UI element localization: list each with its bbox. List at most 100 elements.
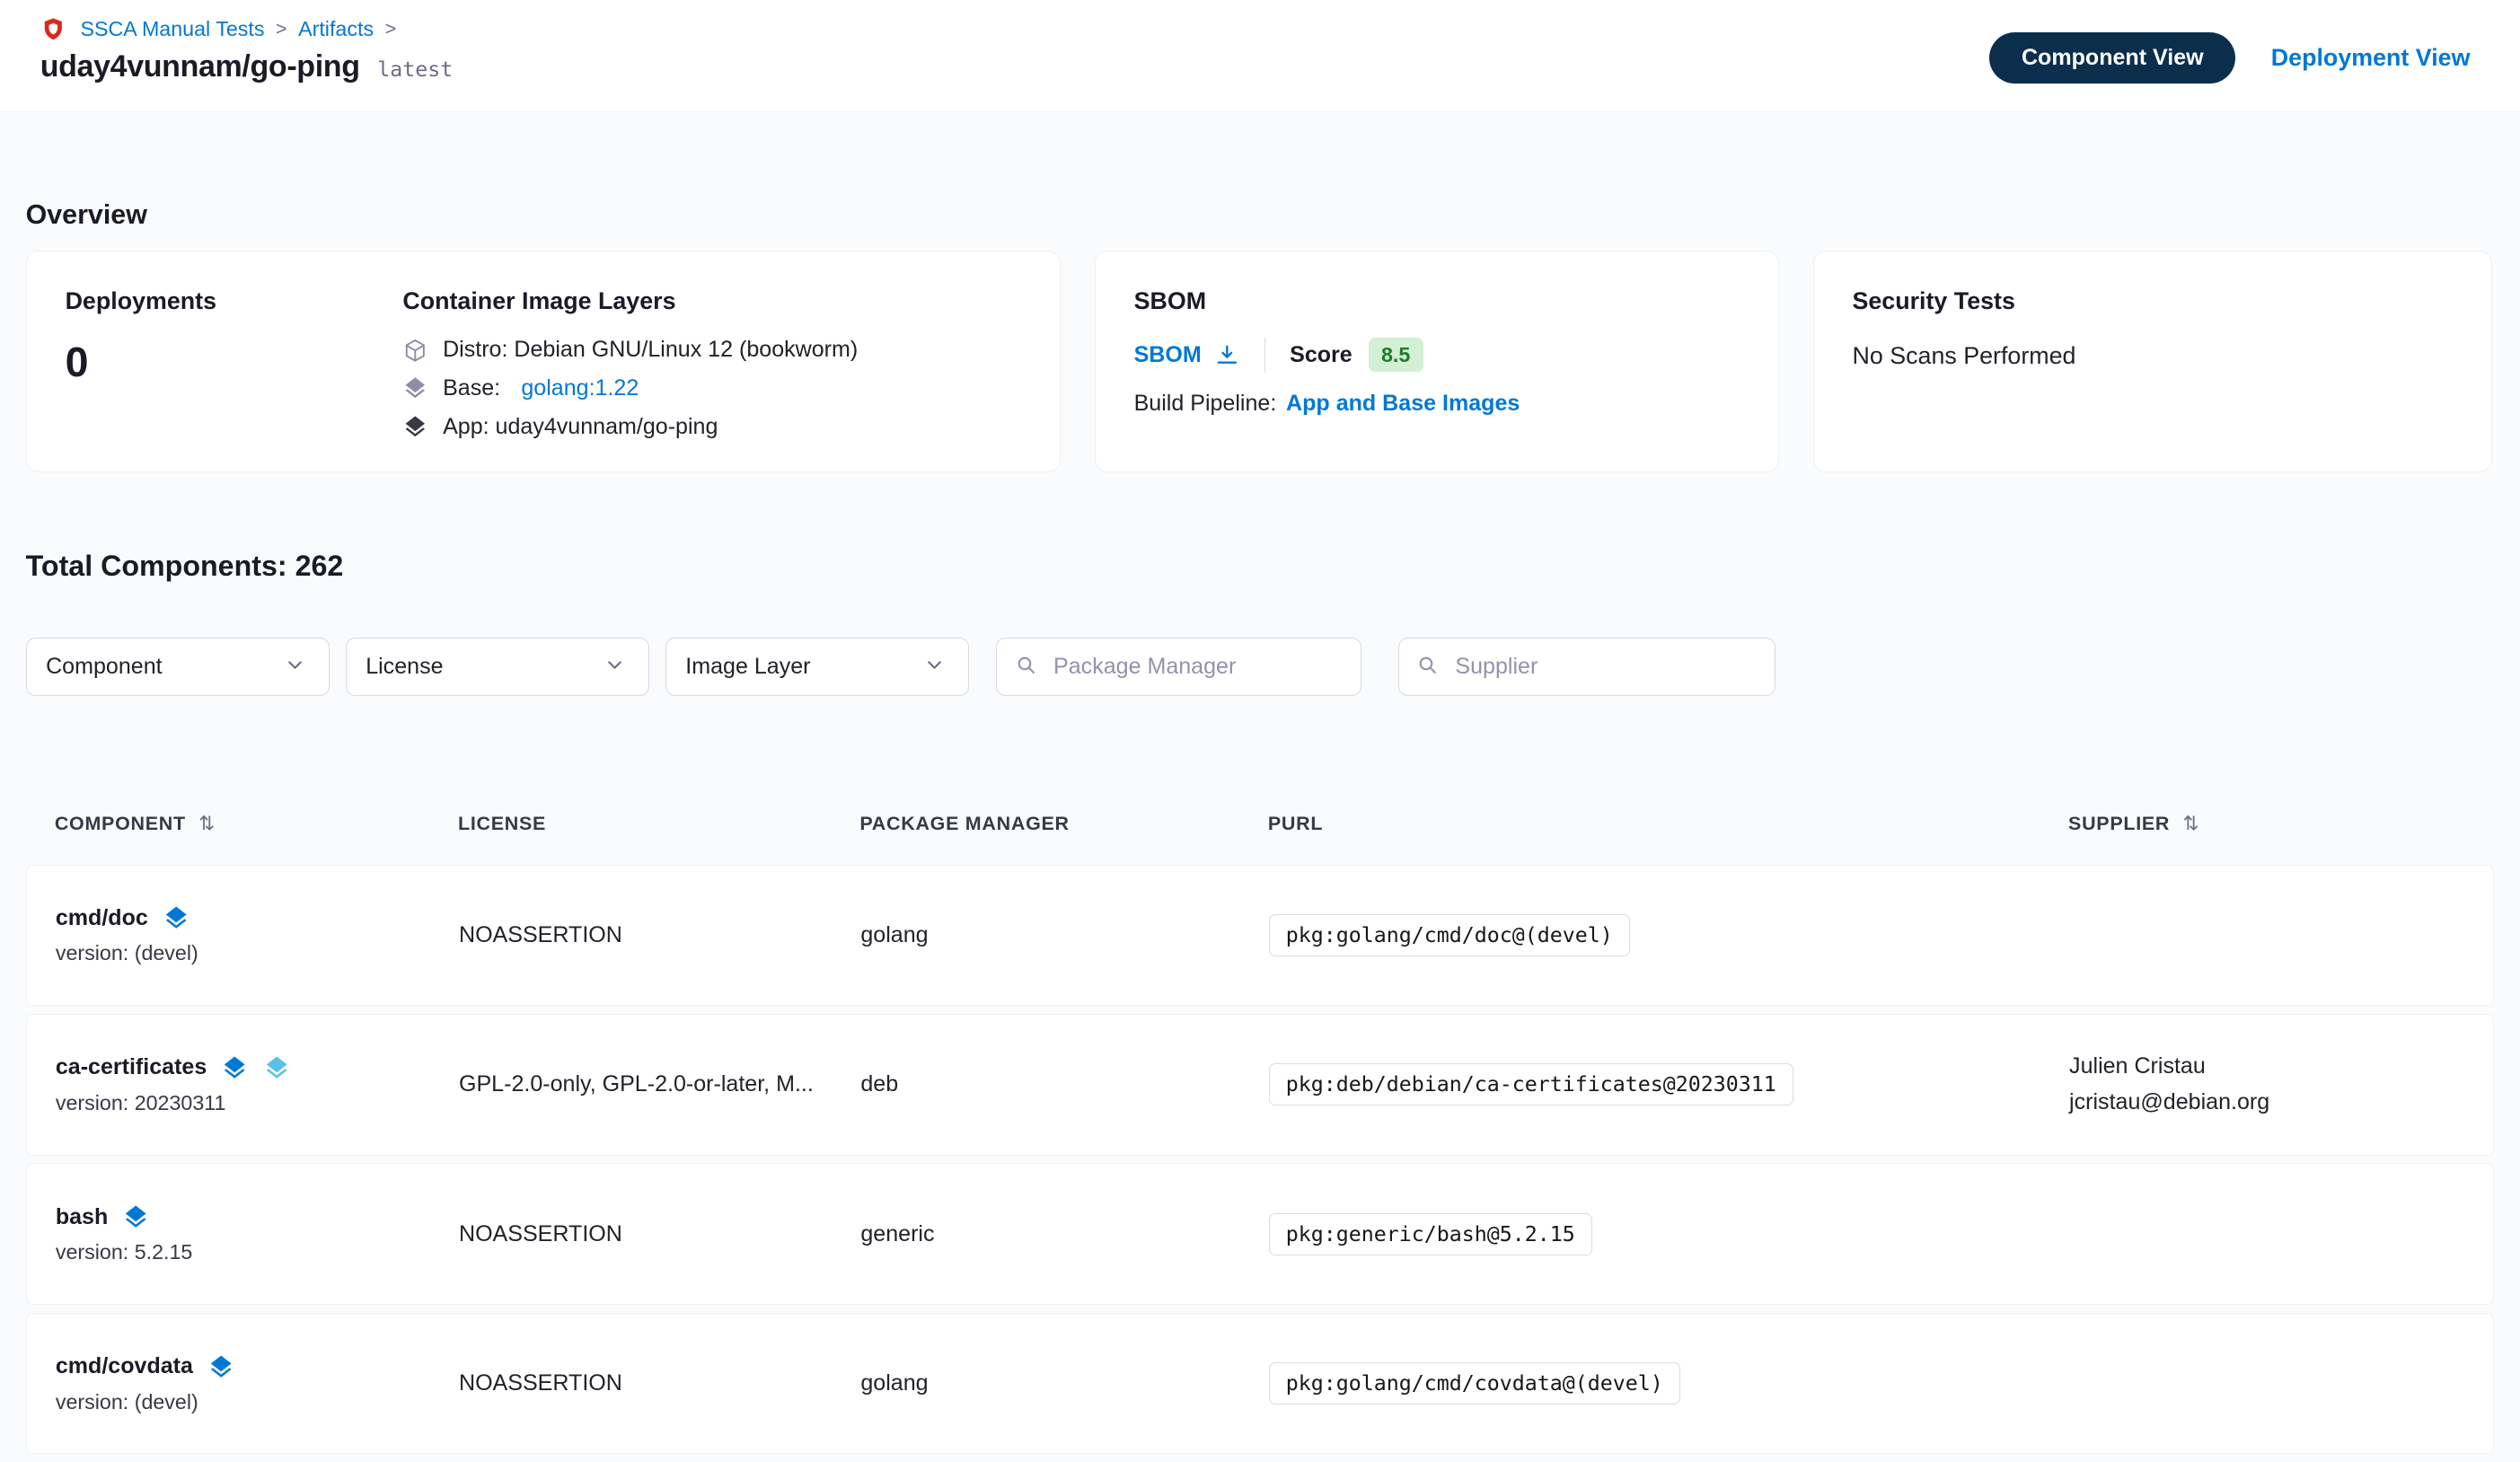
license-cell: NOASSERTION xyxy=(459,1370,860,1396)
supplier-search-input[interactable] xyxy=(1455,654,1757,680)
breadcrumb-link-ssca-manual-tests[interactable]: SSCA Manual Tests xyxy=(80,17,264,41)
license-filter-select[interactable]: License xyxy=(346,638,649,695)
distro-label: Distro: Debian GNU/Linux 12 (bookworm) xyxy=(443,337,858,363)
deployments-count: 0 xyxy=(66,338,403,386)
sbom-score-row: SBOM Score 8.5 xyxy=(1134,338,1740,373)
supplier-name: Julien Cristau xyxy=(2069,1053,2464,1079)
component-filter-select[interactable]: Component xyxy=(26,638,330,695)
license-cell: NOASSERTION xyxy=(459,922,860,948)
vertical-divider xyxy=(1264,338,1266,373)
image-layer-filter-select[interactable]: Image Layer xyxy=(665,638,969,695)
supplier-email: jcristau@debian.org xyxy=(2069,1089,2464,1115)
supplier-cell xyxy=(2069,1229,2464,1239)
app-layer-row: App: uday4vunnam/go-ping xyxy=(402,408,1021,446)
download-sbom-icon[interactable] xyxy=(1214,342,1240,368)
breadcrumb-link-artifacts[interactable]: Artifacts xyxy=(298,17,374,41)
column-header-license: LICENSE xyxy=(458,813,859,835)
chevron-down-icon xyxy=(923,654,949,680)
breadcrumb-separator: > xyxy=(385,18,397,40)
deployments-layers-card: Deployments 0 Container Image Layers Dis… xyxy=(26,251,1061,472)
component-version: version: 5.2.15 xyxy=(56,1240,459,1264)
total-components-heading: Total Components: 262 xyxy=(26,545,2495,587)
table-row[interactable]: bash version: 5.2.15 NOASSERTION generic… xyxy=(26,1163,2495,1304)
container-image-layers-heading: Container Image Layers xyxy=(402,287,1021,315)
page-title: uday4vunnam/go-ping xyxy=(40,49,360,84)
column-header-purl: PURL xyxy=(1268,813,2068,835)
package-manager-cell: golang xyxy=(860,922,1269,948)
sort-icon[interactable]: ⇅ xyxy=(2182,813,2199,835)
image-layer-list: Distro: Debian GNU/Linux 12 (bookworm) B… xyxy=(402,330,1021,446)
build-pipeline-link[interactable]: App and Base Images xyxy=(1286,391,1520,417)
table-row[interactable]: cmd/covdata version: (devel) NOASSERTION… xyxy=(26,1313,2495,1454)
page-header: SSCA Manual Tests > Artifacts > uday4vun… xyxy=(0,0,2520,112)
column-header-package-manager: PACKAGE MANAGER xyxy=(859,813,1268,835)
security-tests-card: Security Tests No Scans Performed xyxy=(1813,251,2493,472)
purl-chip: pkg:deb/debian/ca-certificates@20230311 xyxy=(1269,1063,1793,1105)
column-header-component[interactable]: COMPONENT ⇅ xyxy=(55,813,458,835)
deployments-heading: Deployments xyxy=(66,287,403,315)
main-content: Overview Deployments 0 Container Image L… xyxy=(0,196,2520,1454)
license-cell: GPL-2.0-only, GPL-2.0-or-later, M... xyxy=(459,1071,860,1097)
table-row[interactable]: ca-certificates version: 20230311 GPL-2.… xyxy=(26,1014,2495,1155)
component-name: bash xyxy=(56,1204,108,1230)
ssca-shield-logo-icon xyxy=(40,16,66,42)
package-manager-search-input[interactable] xyxy=(1053,654,1343,680)
purl-chip: pkg:generic/bash@5.2.15 xyxy=(1269,1213,1592,1255)
supplier-cell xyxy=(2069,930,2464,940)
container-image-layers-section: Container Image Layers Distro: Debian GN… xyxy=(402,287,1021,436)
supplier-cell: Julien Cristau jcristau@debian.org xyxy=(2069,1053,2464,1115)
column-header-supplier[interactable]: SUPPLIER ⇅ xyxy=(2068,813,2465,835)
layers-icon xyxy=(163,904,189,931)
package-manager-cell: generic xyxy=(860,1221,1269,1247)
component-version: version: (devel) xyxy=(56,1390,459,1414)
license-filter-value: License xyxy=(366,654,443,680)
view-toggle: Component View Deployment View xyxy=(1989,32,2470,84)
package-manager-search xyxy=(996,638,1361,695)
supplier-search xyxy=(1398,638,1776,695)
base-image-link[interactable]: golang:1.22 xyxy=(521,375,639,401)
package-manager-cell: deb xyxy=(860,1071,1269,1097)
layers-icon xyxy=(122,1203,149,1230)
supplier-cell xyxy=(2069,1378,2464,1388)
layers-icon xyxy=(402,375,428,401)
build-pipeline-label: Build Pipeline: xyxy=(1134,391,1277,417)
component-version: version: 20230311 xyxy=(56,1091,459,1115)
component-cell: ca-certificates version: 20230311 xyxy=(56,1054,459,1115)
component-name: cmd/covdata xyxy=(56,1353,193,1379)
artifact-tag: latest xyxy=(377,57,453,82)
layers-icon xyxy=(207,1353,234,1380)
chevron-down-icon xyxy=(284,654,310,680)
overview-heading: Overview xyxy=(26,196,2495,234)
component-name: ca-certificates xyxy=(56,1054,207,1080)
sbom-heading: SBOM xyxy=(1134,287,1740,315)
sbom-link[interactable]: SBOM xyxy=(1134,342,1202,368)
search-icon xyxy=(1015,654,1041,680)
base-label: Base: xyxy=(443,375,500,401)
table-header-row: COMPONENT ⇅ LICENSE PACKAGE MANAGER PURL… xyxy=(26,792,2495,857)
package-manager-cell: golang xyxy=(860,1370,1269,1396)
app-label: App: uday4vunnam/go-ping xyxy=(443,414,718,440)
purl-chip: pkg:golang/cmd/covdata@(devel) xyxy=(1269,1362,1680,1405)
component-version: version: (devel) xyxy=(56,941,459,965)
component-name: cmd/doc xyxy=(56,905,148,931)
sort-icon[interactable]: ⇅ xyxy=(198,813,216,835)
breadcrumb-separator: > xyxy=(276,18,287,40)
image-layer-filter-value: Image Layer xyxy=(685,654,810,680)
base-layer-row: Base: golang:1.22 xyxy=(402,369,1021,408)
search-icon xyxy=(1416,654,1442,680)
license-cell: NOASSERTION xyxy=(459,1221,860,1247)
deployment-view-link[interactable]: Deployment View xyxy=(2271,44,2471,72)
security-tests-heading: Security Tests xyxy=(1852,287,2453,315)
sbom-card: SBOM SBOM Score 8.5 Build Pipeline: App … xyxy=(1095,251,1779,472)
overview-cards: Deployments 0 Container Image Layers Dis… xyxy=(26,251,2495,472)
table-row[interactable]: cmd/doc version: (devel) NOASSERTION gol… xyxy=(26,865,2495,1006)
chevron-down-icon xyxy=(604,654,630,680)
component-cell: bash version: 5.2.15 xyxy=(56,1203,459,1264)
deployments-section: Deployments 0 xyxy=(66,287,403,436)
component-view-button[interactable]: Component View xyxy=(1989,32,2235,84)
layers-stack-icon xyxy=(402,414,428,440)
security-tests-status: No Scans Performed xyxy=(1852,342,2453,370)
filters-bar: Component License Image Layer xyxy=(26,638,2495,695)
purl-chip: pkg:golang/cmd/doc@(devel) xyxy=(1269,914,1630,956)
components-table: COMPONENT ⇅ LICENSE PACKAGE MANAGER PURL… xyxy=(26,792,2495,1454)
